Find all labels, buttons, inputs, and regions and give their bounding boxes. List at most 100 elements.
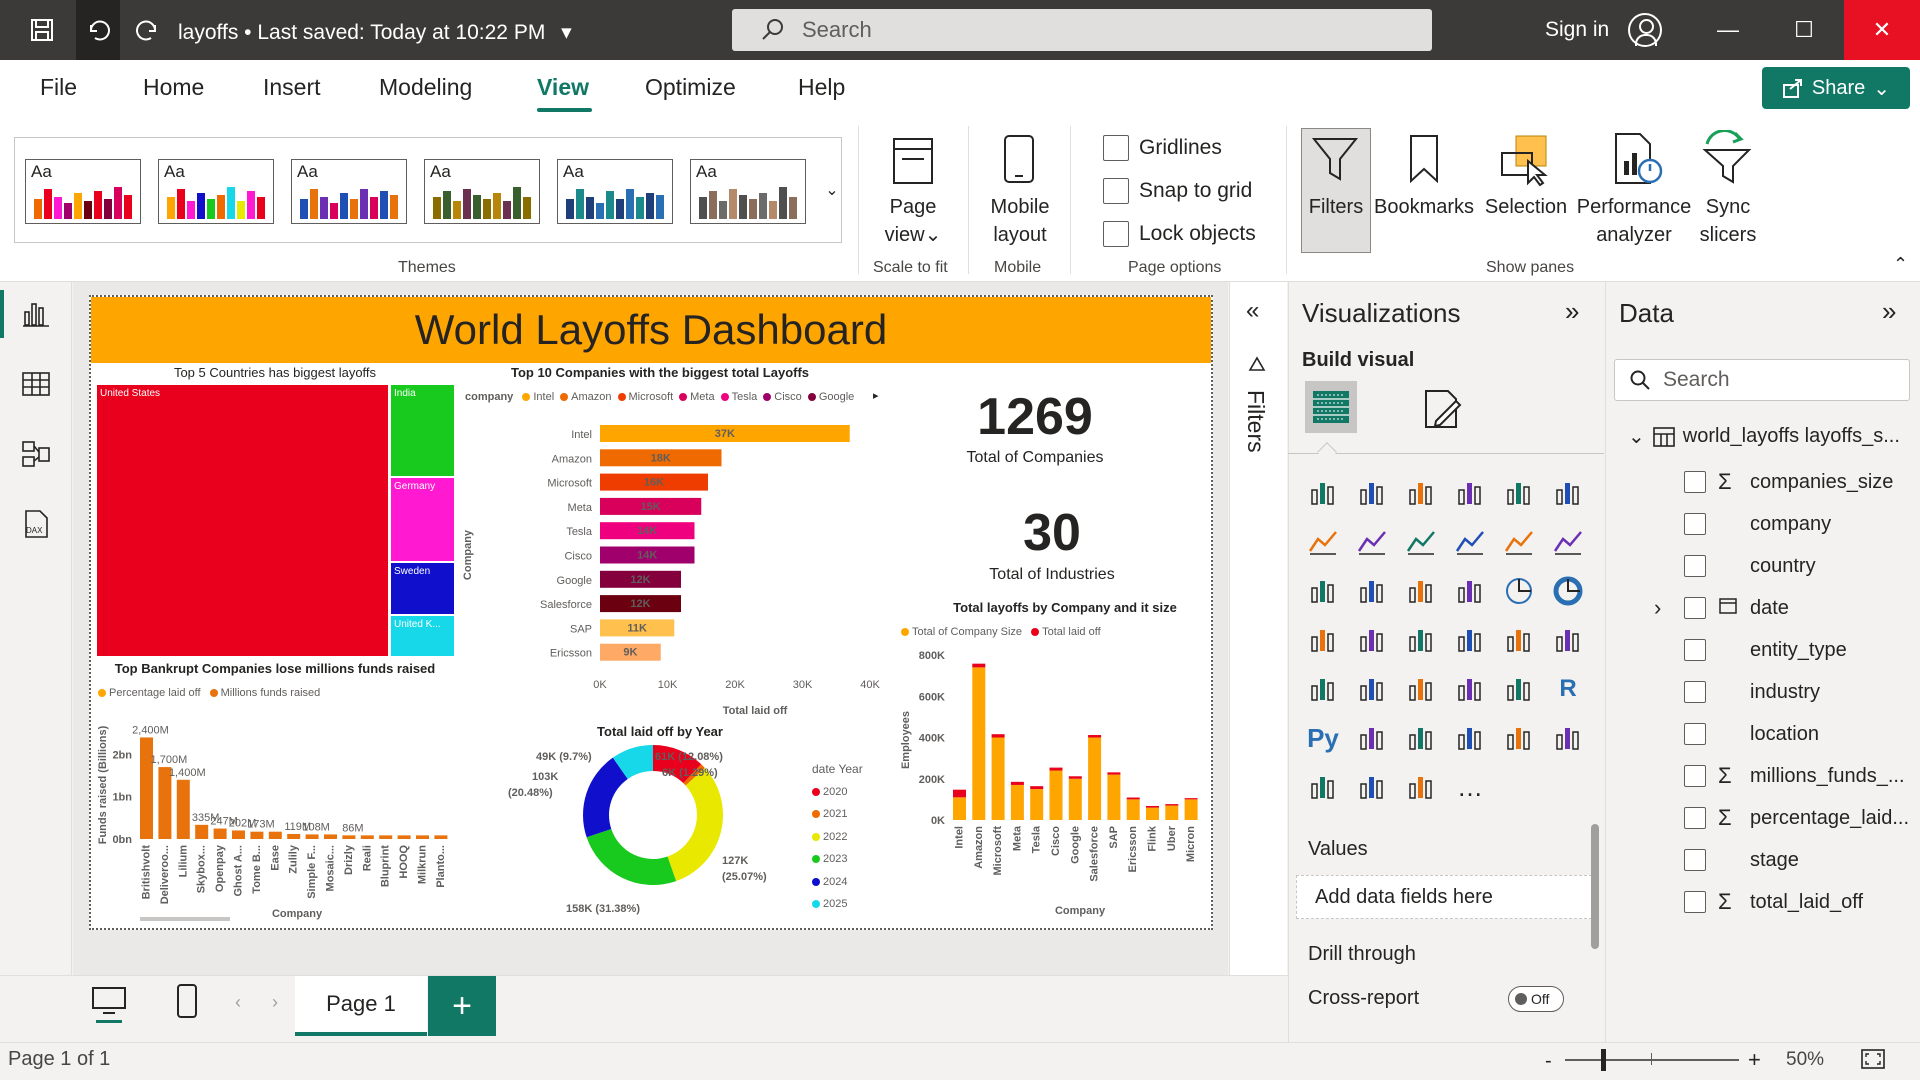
bar-segment[interactable] (991, 734, 1005, 738)
chevron-down-icon[interactable]: ⌄ (823, 138, 841, 242)
bar[interactable] (379, 835, 393, 839)
bar-segment[interactable] (1184, 798, 1198, 800)
stacked-area-chart-icon[interactable] (1404, 525, 1438, 559)
minimize-icon[interactable]: — (1690, 0, 1766, 60)
donut-slice[interactable] (583, 757, 628, 838)
mobile-layout-icon[interactable] (999, 133, 1039, 190)
donut-slice[interactable] (586, 829, 677, 885)
bar-segment[interactable] (1049, 770, 1063, 821)
bar-segment[interactable] (1184, 799, 1198, 820)
bar-segment[interactable] (1030, 789, 1044, 820)
area-chart-icon[interactable] (1355, 525, 1389, 559)
page-view-button[interactable]: Page view⌄ (872, 193, 954, 249)
more-visuals-icon[interactable]: … (1453, 770, 1487, 804)
funnel-chart-icon[interactable] (1404, 574, 1438, 608)
bar[interactable] (195, 824, 209, 839)
bar-segment[interactable] (1126, 797, 1140, 800)
field-checkbox[interactable] (1684, 849, 1706, 871)
cross-report-toggle[interactable]: Off (1508, 986, 1564, 1012)
field-item[interactable]: entity_type (1684, 635, 1847, 665)
top-companies-chart[interactable]: Intel 37K Amazon 18K Microsoft 16K Meta 15K Tesl… (455, 405, 880, 725)
bar-segment[interactable] (1030, 786, 1044, 790)
scatter-chart-icon[interactable] (1453, 574, 1487, 608)
tab-help[interactable]: Help (798, 74, 845, 101)
report-view-icon[interactable] (20, 298, 52, 330)
bar[interactable] (213, 828, 227, 839)
bar[interactable] (324, 834, 337, 839)
redo-icon[interactable] (130, 12, 166, 48)
pane-scrollbar[interactable] (1591, 824, 1599, 949)
collapse-pane-icon[interactable]: » (1882, 296, 1896, 327)
field-checkbox[interactable] (1684, 891, 1706, 913)
field-checkbox[interactable] (1684, 765, 1706, 787)
bookmarks-button[interactable]: Bookmarks (1372, 193, 1476, 221)
undo-icon[interactable] (76, 0, 120, 60)
field-item[interactable]: stage (1684, 845, 1799, 875)
bar-segment[interactable] (1010, 781, 1024, 785)
bookmark-icon[interactable] (1406, 133, 1442, 190)
field-item[interactable]: Σpercentage_laid... (1684, 803, 1909, 833)
line-and-stacked-column-icon[interactable] (1502, 525, 1536, 559)
waterfall-chart-icon[interactable] (1355, 574, 1389, 608)
search-input[interactable]: Search (732, 9, 1432, 51)
bar-segment[interactable] (1049, 767, 1063, 771)
100-stacked-bar-chart-icon[interactable] (1502, 476, 1536, 510)
mobile-view-icon[interactable] (176, 983, 198, 1024)
performance-analyzer-icon[interactable] (1610, 131, 1664, 192)
bar-segment[interactable] (972, 663, 986, 668)
metrics-icon[interactable] (1551, 721, 1585, 755)
kpi-icon[interactable] (1355, 672, 1389, 706)
bar-segment[interactable] (1165, 805, 1179, 820)
share-button[interactable]: Share ⌄ (1762, 67, 1910, 109)
dax-query-view-icon[interactable]: DAX (20, 508, 52, 540)
bar-segment[interactable] (1088, 737, 1102, 821)
treemap-cell[interactable]: Sweden (391, 563, 454, 614)
ribbon-chart-icon[interactable] (1306, 574, 1340, 608)
field-item[interactable]: › date (1654, 593, 1789, 623)
prev-page-icon[interactable]: ‹ (235, 992, 241, 1013)
donut-chart[interactable]: 61K (12.08%) 6K (1.29%) 158K (31.38%) 127K (… (500, 740, 790, 920)
line-chart-icon[interactable] (1306, 525, 1340, 559)
field-checkbox[interactable] (1684, 471, 1706, 493)
bar[interactable] (268, 831, 282, 839)
bar[interactable] (176, 779, 190, 839)
table-icon[interactable] (1453, 672, 1487, 706)
clustered-column-chart-icon[interactable] (1453, 476, 1487, 510)
mobile-layout-button[interactable]: Mobile layout (975, 193, 1065, 249)
expand-filters-icon[interactable]: « (1246, 297, 1259, 325)
bar[interactable] (140, 737, 153, 839)
bar-segment[interactable] (1146, 805, 1159, 808)
bar-segment[interactable] (1068, 776, 1082, 779)
chevron-right-icon[interactable]: › (1654, 595, 1661, 621)
donut-chart-icon[interactable] (1551, 574, 1585, 608)
next-page-icon[interactable]: › (272, 992, 278, 1013)
tab-insert[interactable]: Insert (263, 74, 321, 101)
field-checkbox[interactable] (1684, 723, 1706, 745)
data-search-input[interactable]: Search (1614, 359, 1910, 401)
100-stacked-area-chart-icon[interactable] (1453, 525, 1487, 559)
r-visual-icon[interactable]: R (1551, 672, 1585, 706)
bar-segment[interactable] (1165, 804, 1179, 806)
bar[interactable] (232, 830, 245, 839)
paginated-report-icon[interactable] (1306, 770, 1340, 804)
field-checkbox[interactable] (1684, 597, 1706, 619)
save-icon[interactable] (24, 12, 60, 48)
tab-view[interactable]: View (537, 74, 589, 101)
bar[interactable] (305, 834, 319, 839)
theme-swatch[interactable]: Aa (291, 159, 407, 224)
bar-segment[interactable] (1107, 772, 1121, 775)
field-item[interactable]: country (1684, 551, 1816, 581)
matrix-icon[interactable] (1502, 672, 1536, 706)
tab-optimize[interactable]: Optimize (645, 74, 736, 101)
tab-modeling[interactable]: Modeling (379, 74, 472, 101)
card-icon[interactable] (1551, 623, 1585, 657)
pie-chart-icon[interactable] (1502, 574, 1536, 608)
stacked-column-chart-icon[interactable] (1355, 476, 1389, 510)
build-visual-tab[interactable] (1305, 381, 1357, 433)
bar-segment[interactable] (1107, 774, 1121, 820)
performance-analyzer-button[interactable]: Performance analyzer (1574, 193, 1694, 249)
avatar-icon[interactable] (1628, 13, 1662, 47)
donut-slice[interactable] (667, 768, 723, 882)
clustered-bar-chart-icon[interactable] (1404, 476, 1438, 510)
scrollbar[interactable] (140, 917, 230, 921)
